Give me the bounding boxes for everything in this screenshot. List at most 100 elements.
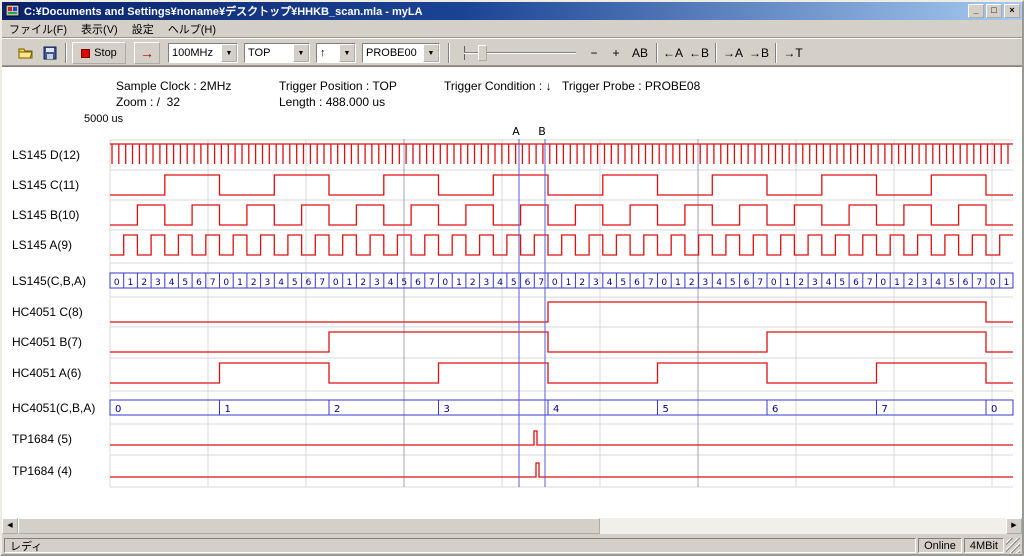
bus-value: 5 <box>663 404 669 415</box>
status-bar: レディ Online 4MBit <box>2 536 1022 554</box>
trigger-condition-info: Trigger Condition : ↓ <box>444 79 552 93</box>
bus-value: 2 <box>470 278 476 288</box>
cursor-a-label: A <box>512 127 520 138</box>
bus-value: 5 <box>949 278 955 288</box>
scroll-right-button[interactable]: ▶ <box>1006 518 1022 534</box>
horizontal-scrollbar[interactable]: ◀ ▶ <box>2 518 1022 534</box>
menu-settings[interactable]: 設定 <box>125 19 161 39</box>
trigger-probe-value: PROBE00 <box>363 47 423 59</box>
save-button[interactable] <box>40 43 60 63</box>
title-bar[interactable]: C:¥Documents and Settings¥noname¥デスクトップ¥… <box>2 2 1022 20</box>
close-button[interactable]: × <box>1004 4 1020 18</box>
bus-value: 1 <box>237 278 243 288</box>
chevron-down-icon[interactable]: ▼ <box>221 44 237 62</box>
bus-value: 1 <box>128 278 134 288</box>
trigger-position-info: Trigger Position : TOP <box>279 79 397 93</box>
toolbar-separator <box>448 43 450 63</box>
trigger-position-select[interactable]: TOP ▼ <box>244 43 310 63</box>
length-info: Length : 488.000 us <box>279 95 385 109</box>
bus-value: 5 <box>511 278 517 288</box>
bus-value: 5 <box>292 278 298 288</box>
menu-help[interactable]: ヘルプ(H) <box>161 19 223 39</box>
goto-cursor-a-button[interactable]: ←A <box>660 42 686 64</box>
ab-button[interactable]: AB <box>628 42 652 64</box>
bus-value: 2 <box>334 404 340 415</box>
bus-8 <box>110 400 1013 415</box>
run-button[interactable]: → <box>134 42 160 64</box>
bus-value: 1 <box>675 278 681 288</box>
bus-value: 7 <box>757 278 763 288</box>
hscrollbar-thumb[interactable] <box>18 518 600 534</box>
bus-value: 4 <box>169 278 175 288</box>
stop-icon <box>81 49 90 58</box>
resize-grip[interactable] <box>1006 538 1020 553</box>
zoom-info: Zoom : / 32 <box>116 95 180 109</box>
open-button[interactable] <box>16 43 36 63</box>
menu-file[interactable]: ファイル(F) <box>2 19 74 39</box>
bus-value: 4 <box>935 278 941 288</box>
move-cursor-a-button[interactable]: →A <box>720 42 746 64</box>
status-online: Online <box>918 538 962 553</box>
bus-value: 0 <box>991 404 997 415</box>
bus-value: 4 <box>278 278 284 288</box>
bus-value: 7 <box>319 278 325 288</box>
bus-value: 4 <box>553 404 559 415</box>
menu-view[interactable]: 表示(V) <box>74 19 125 39</box>
open-folder-icon <box>18 45 34 61</box>
bus-value: 6 <box>415 278 421 288</box>
bus-value: 6 <box>744 278 750 288</box>
zoom-slider[interactable] <box>456 43 578 63</box>
wave-0 <box>110 144 1013 164</box>
wave-9 <box>110 431 1013 445</box>
status-ready: レディ <box>4 538 916 553</box>
bus-value: 3 <box>265 278 271 288</box>
bus-value: 2 <box>251 278 257 288</box>
bus-value: 5 <box>620 278 626 288</box>
bus-value: 0 <box>442 278 448 288</box>
chevron-down-icon[interactable]: ▼ <box>423 44 439 62</box>
bus-value: 4 <box>497 278 503 288</box>
trigger-edge-select[interactable]: ↑ ▼ <box>316 43 356 63</box>
wave-1 <box>110 175 1013 195</box>
goto-trigger-button[interactable]: →T <box>780 42 806 64</box>
time-division-label: 5000 us <box>84 113 123 125</box>
bus-value: 1 <box>456 278 462 288</box>
zoom-in-button[interactable]: + <box>606 42 626 64</box>
zoom-out-button[interactable]: − <box>584 42 604 64</box>
goto-cursor-b-button[interactable]: ←B <box>686 42 712 64</box>
chevron-down-icon[interactable]: ▼ <box>339 44 355 62</box>
bus-value: 6 <box>963 278 969 288</box>
minimize-button[interactable]: _ <box>968 4 984 18</box>
stop-button[interactable]: Stop <box>72 42 126 64</box>
bus-value: 7 <box>867 278 873 288</box>
waveform-client-area: Sample Clock : 2MHz Trigger Position : T… <box>2 66 1022 518</box>
scroll-left-button[interactable]: ◀ <box>2 518 18 534</box>
chevron-down-icon[interactable]: ▼ <box>293 44 309 62</box>
bus-value: 6 <box>772 404 778 415</box>
bus-value: 0 <box>661 278 667 288</box>
sample-clock-select[interactable]: 100MHz ▼ <box>168 43 238 63</box>
menu-bar: ファイル(F) 表示(V) 設定 ヘルプ(H) <box>2 20 1022 38</box>
bus-value: 3 <box>593 278 599 288</box>
bus-value: 1 <box>225 404 231 415</box>
bus-value: 7 <box>429 278 435 288</box>
wave-2 <box>110 205 1013 225</box>
wave-7 <box>110 363 1013 383</box>
zoom-slider-thumb[interactable] <box>478 45 487 61</box>
bus-value: 3 <box>444 404 450 415</box>
bus-value: 2 <box>579 278 585 288</box>
move-cursor-b-button[interactable]: →B <box>746 42 772 64</box>
bus-value: 5 <box>401 278 407 288</box>
bus-value: 6 <box>634 278 640 288</box>
maximize-button[interactable]: □ <box>986 4 1002 18</box>
bus-value: 4 <box>607 278 613 288</box>
bus-value: 2 <box>141 278 147 288</box>
bus-value: 3 <box>484 278 490 288</box>
trigger-position-value: TOP <box>245 47 293 59</box>
toolbar-separator <box>775 43 777 63</box>
toolbar-separator <box>656 43 658 63</box>
bus-value: 7 <box>538 278 544 288</box>
trigger-probe-select[interactable]: PROBE00 ▼ <box>362 43 440 63</box>
bus-value: 1 <box>347 278 353 288</box>
bus-value: 0 <box>880 278 886 288</box>
